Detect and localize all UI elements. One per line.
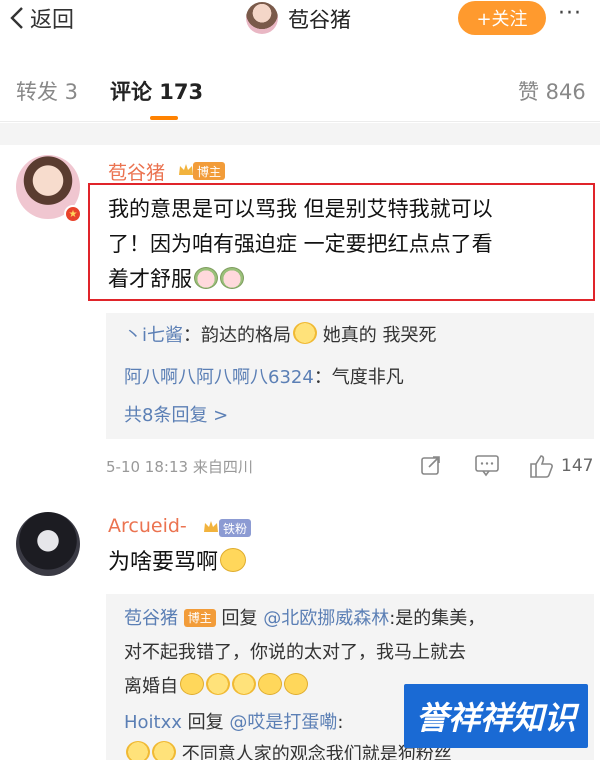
fan-tag: 铁粉: [219, 519, 252, 537]
share-icon[interactable]: [419, 453, 443, 477]
back-label: 返回: [30, 8, 75, 33]
header-avatar[interactable]: [246, 2, 278, 34]
tab-likes[interactable]: 赞 846: [518, 76, 586, 106]
crying-emoji-icon: [293, 322, 318, 344]
chevron-left-icon: [10, 7, 23, 29]
owner-tag: 博主: [183, 608, 216, 627]
comment-text: 我的意思是可以骂我 但是别艾特我就可以 了！因为咱有强迫症 一定要把红点点了看 …: [108, 192, 493, 297]
more-icon[interactable]: ···: [558, 1, 582, 26]
reply-text: ：韵达的格局: [183, 325, 292, 346]
tab-bar: 转发 3 评论 173 赞 846: [0, 60, 600, 122]
reply-text-line: 对不起我错了，你说的太对了，我马上就去: [124, 642, 466, 663]
owner-tag: 博主: [193, 162, 226, 180]
comment-icon[interactable]: [474, 453, 500, 477]
reply-username[interactable]: 苞谷猪: [124, 608, 178, 629]
reply-username[interactable]: 丶i七酱: [124, 325, 183, 346]
like-icon[interactable]: [528, 453, 554, 479]
emoji-icon: [180, 673, 204, 695]
reply-text-line: 离婚自: [124, 676, 178, 697]
follow-button[interactable]: +关注: [458, 1, 546, 35]
smile-emoji-icon: [284, 673, 308, 695]
more-replies-link[interactable]: 共8条回复 >: [124, 401, 228, 427]
watermark-logo: 誉祥祥知识: [404, 684, 588, 748]
reply-item: Hoitxx 回复 @哎是打蛋嘞:: [124, 708, 343, 734]
crying-emoji-icon: [206, 673, 230, 695]
reply-text: :: [337, 712, 344, 733]
reply-text: :是的集美，: [389, 608, 486, 629]
frog-pig-emoji-icon: [220, 267, 244, 289]
reply-item: 丶i七酱：韵达的格局 她真的 我哭死: [124, 321, 436, 347]
crying-emoji-icon: [152, 741, 176, 760]
source-text: 来自四川: [192, 458, 253, 476]
comment-line: 着才舒服: [108, 267, 192, 291]
reply-username[interactable]: Hoitxx: [124, 712, 182, 733]
verified-badge-icon: ★: [64, 205, 82, 223]
reply-item: 离婚自: [124, 672, 308, 698]
like-count: 147: [561, 456, 594, 476]
comment-line: 我的意思是可以骂我 但是别艾特我就可以: [108, 197, 493, 221]
comment-text: 为啥要骂啊: [108, 545, 247, 580]
fan-badge-icon: [204, 521, 218, 532]
comment-username[interactable]: 苞谷猪: [108, 158, 165, 185]
comment-meta: 5-10 18:13 来自四川: [106, 456, 253, 477]
frog-pig-emoji-icon: [194, 267, 218, 289]
comment-line: 为啥要骂啊: [108, 550, 219, 575]
reply-text: ：气度非凡: [313, 367, 404, 388]
timestamp: 5-10 18:13: [106, 458, 189, 476]
tab-indicator: [150, 116, 178, 120]
comment-username[interactable]: Arcueid-: [108, 515, 187, 537]
reply-item: 阿八啊八阿八啊八6324：气度非凡: [124, 363, 404, 389]
crying-emoji-icon: [126, 741, 150, 760]
comment-line: 了！因为咱有强迫症 一定要把红点点了看: [108, 232, 493, 256]
mention-link[interactable]: @北欧挪威森林: [263, 608, 389, 629]
reply-item: 苞谷猪 博主 回复 @北欧挪威森林:是的集美，: [124, 604, 485, 630]
avatar[interactable]: [16, 512, 80, 576]
tab-reposts[interactable]: 转发 3: [16, 76, 78, 106]
sleepy-emoji-icon: [220, 548, 247, 572]
top-nav-bar: 返回 苞谷猪 +关注 ···: [0, 0, 600, 40]
reply-text: 她真的 我哭死: [322, 325, 437, 346]
crying-emoji-icon: [232, 673, 256, 695]
crown-icon: [179, 164, 193, 175]
reply-preview-box[interactable]: 丶i七酱：韵达的格局 她真的 我哭死 阿八啊八阿八啊八6324：气度非凡 共8条…: [106, 313, 594, 439]
reply-username[interactable]: 阿八啊八阿八啊八6324: [124, 367, 314, 388]
section-divider: [0, 123, 600, 145]
reply-word: 回复: [187, 712, 224, 733]
mention-link[interactable]: @哎是打蛋嘞: [229, 712, 337, 733]
back-button[interactable]: 返回: [8, 3, 74, 33]
smile-emoji-icon: [258, 673, 282, 695]
tab-comments[interactable]: 评论 173: [110, 76, 203, 106]
reply-word: 回复: [221, 608, 258, 629]
reply-item: 不同意人家的观念我们就是狗粉丝: [124, 740, 452, 760]
page-title: 苞谷猪: [288, 8, 351, 32]
